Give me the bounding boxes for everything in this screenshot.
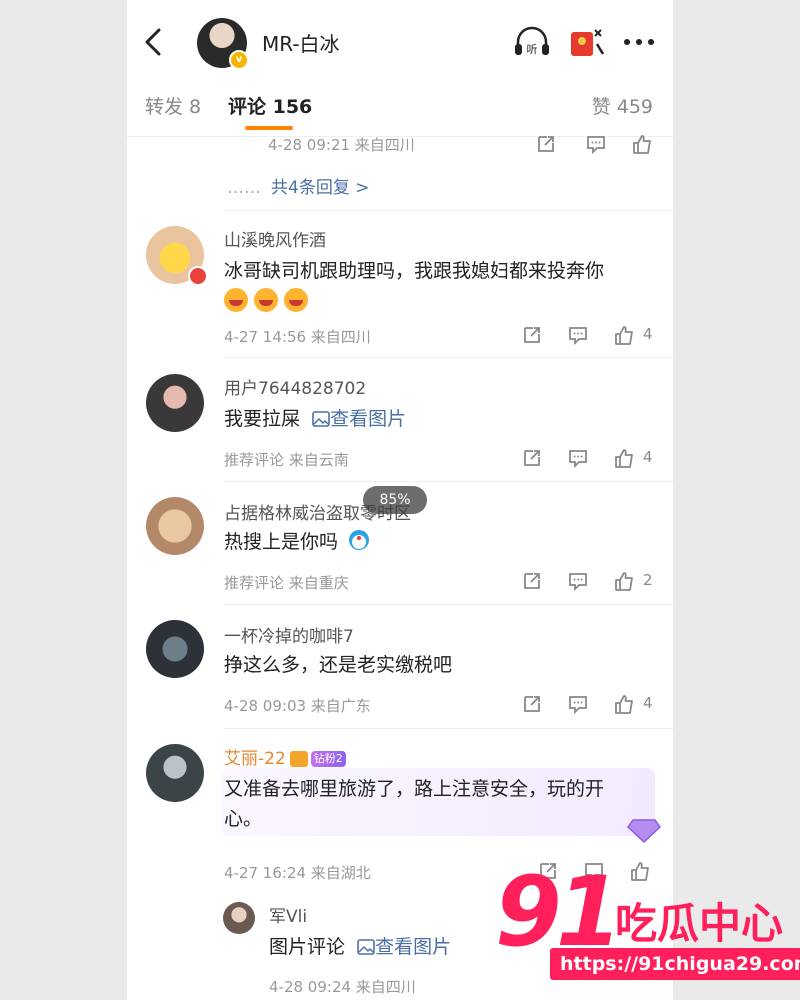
image-icon [357,939,375,955]
listen-icon[interactable]: 听 [512,24,552,60]
back-arrow-icon[interactable] [139,24,169,60]
emoji-row [224,288,314,312]
diamond-icon [627,819,661,844]
comment-icon[interactable] [567,324,589,346]
more-replies-link[interactable]: …… 共4条回复 > [227,173,369,198]
laughing-emoji-icon [254,288,278,312]
tab-bar: 转发 8 评论 156 赞 459 [127,86,673,137]
like-icon[interactable] [631,133,653,155]
active-tab-indicator [245,126,293,130]
watermark: 91 吃瓜中心 https://91chigua29.com [495,856,800,992]
like-icon[interactable] [613,693,635,715]
comment-text-line: 又准备去哪里旅游了，路上注意安全，玩的开 [224,778,605,800]
view-image-label: 查看图片 [330,408,407,430]
ellipsis: …… [227,178,261,198]
reply-meta: 4-28 09:24 来自四川 [269,978,416,996]
laughing-emoji-icon [284,288,308,312]
comment-meta: 4-28 09:21 来自四川 [268,136,415,154]
comment-text: 又准备去哪里旅游了，路上注意安全，玩的开 心。 [224,774,604,834]
comment-icon[interactable] [567,693,589,715]
comment-icon[interactable] [567,570,589,592]
watermark-text: 吃瓜中心 [615,899,784,948]
comment-meta: 推荐评论 来自重庆 [224,574,349,592]
comment-meta: 4-28 09:03 来自广东 [224,697,371,715]
reply-username[interactable]: 军Vli [269,902,307,927]
divider [224,481,673,482]
comment-icon[interactable] [585,133,607,155]
comment-actions [535,133,655,157]
divider [224,728,673,729]
avatar[interactable] [146,374,204,432]
red-packet-icon[interactable] [567,24,607,60]
verified-badge: v [229,50,249,70]
tab-repost[interactable]: 转发 8 [145,92,201,119]
share-icon[interactable] [535,133,557,155]
vip-badge [188,266,208,286]
like-icon[interactable] [613,570,635,592]
watermark-number: 91 [495,856,623,968]
avatar[interactable] [146,497,204,555]
divider [224,604,673,605]
doraemon-emoji-icon [349,530,370,550]
comment-meta: 4-27 16:24 来自湖北 [224,864,371,882]
comment-meta: 4-27 14:56 来自四川 [224,328,371,346]
comment-text: 冰哥缺司机跟助理吗，我跟我媳妇都来投奔你 [224,260,605,282]
share-icon[interactable] [521,447,543,469]
more-options-icon[interactable] [619,24,659,60]
comment-text-body: 我要拉屎 [224,408,301,430]
reply-text: 图片评论 查看图片 [269,932,451,962]
like-count: 4 [643,325,653,343]
avatar[interactable] [146,620,204,678]
svg-text:听: 听 [527,43,538,56]
comment-text: 我要拉屎 查看图片 [224,404,406,434]
avatar[interactable] [146,744,204,802]
reply-text-body: 图片评论 [269,936,346,958]
username[interactable]: 山溪晚风作酒 [224,226,326,251]
like-count: 2 [643,571,653,589]
view-image-label: 查看图片 [375,936,452,958]
username[interactable]: 用户7644828702 [224,374,366,399]
tab-comments[interactable]: 评论 156 [228,92,312,119]
comment-meta: 推荐评论 来自云南 [224,451,349,469]
comment-actions: 2 [521,570,661,594]
comment-text: 挣这么多，还是老实缴税吧 [224,654,453,676]
comment-actions: 4 [521,447,661,471]
view-image-link[interactable]: 查看图片 [312,408,406,430]
image-icon [312,411,330,427]
username-text: 艾丽-22 [224,749,286,769]
username[interactable]: 一杯冷掉的咖啡7 [224,622,354,647]
comment-icon[interactable] [567,447,589,469]
reply-avatar[interactable] [223,902,255,934]
fan-badge: 钻粉2 [310,751,346,767]
comment-actions: 4 [521,324,661,348]
like-icon[interactable] [613,447,635,469]
like-count: 4 [643,448,653,466]
tab-likes[interactable]: 赞 459 [592,92,653,119]
view-image-link[interactable]: 查看图片 [357,936,451,958]
comment-text-body: 热搜上是你吗 [224,531,339,553]
like-count: 4 [643,694,653,712]
comment-text-line: 心。 [224,808,263,830]
crown-icon [289,751,308,767]
share-icon[interactable] [521,693,543,715]
divider [224,210,673,211]
profile-name[interactable]: MR-白冰 [262,28,340,57]
comment-text: 热搜上是你吗 [224,527,370,557]
divider [224,357,673,358]
comment-actions: 4 [521,693,661,717]
laughing-emoji-icon [224,288,248,312]
zoom-indicator: 85% [363,486,427,514]
watermark-url: https://91chigua29.com [550,948,800,980]
share-icon[interactable] [521,324,543,346]
share-icon[interactable] [521,570,543,592]
username[interactable]: 艾丽-22 钻粉2 [224,744,346,769]
like-icon[interactable] [613,324,635,346]
top-bar: v MR-白冰 听 [127,0,673,86]
more-replies-label: 共4条回复 > [271,178,370,198]
